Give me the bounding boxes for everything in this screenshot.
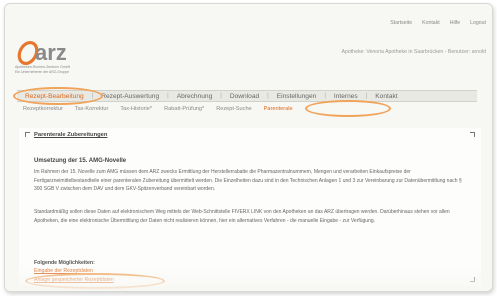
paragraph-1: Im Rahmen der 15. Novelle zum AMG müssen…: [34, 169, 462, 192]
subnav-rezeptkorrektur[interactable]: Rezeptkorrektur: [17, 106, 69, 112]
subnav-tax-historie[interactable]: Tax-Historie*: [114, 106, 158, 112]
nav-rezept-bearbeitung[interactable]: Rezept-Bearbeitung: [17, 93, 92, 100]
link-logout[interactable]: Logout: [470, 20, 486, 26]
logo-subtitle-1: Apotheken-Rechen-Zentrum GmbH: [15, 65, 71, 69]
corner-mark: [25, 132, 30, 137]
arz-logo-mark: arz: [17, 40, 67, 66]
link-startseite[interactable]: Startseite: [390, 20, 412, 26]
link-kontakt[interactable]: Kontakt: [422, 20, 440, 26]
nav-download[interactable]: Download: [222, 93, 267, 100]
corner-mark: [470, 277, 475, 282]
nav-abrechnung[interactable]: Abrechnung: [169, 93, 221, 100]
content-panel: Parenterale Zubereitungen Umsetzung der …: [19, 128, 481, 289]
arz-logo: arz: [15, 38, 145, 86]
nav-internes[interactable]: Internes: [326, 93, 366, 100]
corner-mark: [470, 132, 475, 137]
page-title: Parenterale Zubereitungen: [34, 132, 108, 138]
subnav-rezept-suche[interactable]: Rezept-Suche: [210, 106, 257, 112]
logo-text: arz: [35, 40, 67, 65]
section-title: Umsetzung der 15. AMG-Novelle: [34, 158, 127, 164]
options-title: Folgende Möglichkeiten:: [34, 260, 95, 266]
logo-subtitle-2: Ein Unternehmen der ARZ-Gruppe: [15, 70, 69, 74]
main-nav: Rezept-Bearbeitung | Rezept-Auswertung |…: [17, 90, 477, 102]
link-eingabe-rezeptdaten[interactable]: Eingabe der Rezeptdaten: [34, 268, 93, 274]
apotheke-user-info: Apotheke: Venoria Apotheke in Saarbrücke…: [341, 49, 486, 55]
nav-einstellungen[interactable]: Einstellungen: [269, 93, 325, 100]
sub-nav: Rezeptkorrektur Tax-Korrektur Tax-Histor…: [17, 103, 477, 114]
link-anlage-gespeicherter-rezeptdaten[interactable]: Anlage gespeicherter Rezeptdaten: [34, 277, 114, 283]
paragraph-2: Standardmäßig sollen diese Daten auf ele…: [34, 209, 450, 224]
subnav-rabatt-pruefung[interactable]: Rabatt-Prüfung*: [158, 106, 210, 112]
nav-kontakt[interactable]: Kontakt: [367, 93, 405, 100]
browser-frame: arz Apotheken-Rechen-Zentrum GmbH Ein Un…: [4, 3, 493, 292]
subnav-parenterale[interactable]: Parenterale: [258, 106, 299, 112]
subnav-tax-korrektur[interactable]: Tax-Korrektur: [69, 106, 115, 112]
link-hilfe[interactable]: Hilfe: [450, 20, 460, 26]
nav-rezept-auswertung[interactable]: Rezept-Auswertung: [93, 93, 167, 100]
top-links: Startseite Kontakt Hilfe Logout: [390, 20, 486, 26]
